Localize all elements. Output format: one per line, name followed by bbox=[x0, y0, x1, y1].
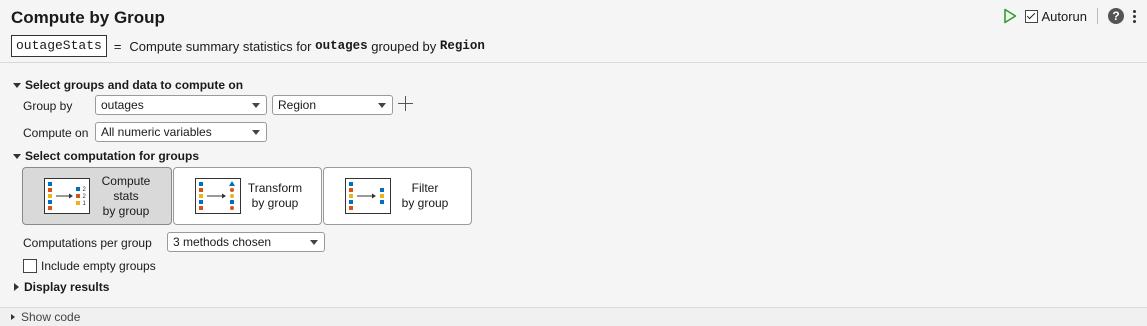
computations-dropdown[interactable]: 3 methods chosen bbox=[167, 232, 325, 252]
section-display-results[interactable]: Display results bbox=[14, 280, 109, 294]
compute-on-dropdown[interactable]: All numeric variables bbox=[95, 122, 267, 142]
task-summary: outageStats = Compute summary statistics… bbox=[11, 35, 485, 57]
add-group-icon[interactable] bbox=[398, 96, 413, 111]
show-code-toggle[interactable]: Show code bbox=[0, 307, 1147, 326]
compute-on-label: Compute on bbox=[23, 126, 89, 140]
group-variable-value: Region bbox=[278, 98, 317, 112]
section-title: Select computation for groups bbox=[25, 149, 200, 163]
output-variable-field[interactable]: outageStats bbox=[11, 35, 107, 57]
autorun-toggle[interactable]: Autorun bbox=[1025, 9, 1087, 24]
expand-triangle-icon bbox=[13, 82, 21, 88]
group-by-label: Group by bbox=[23, 99, 73, 113]
more-options-icon[interactable] bbox=[1130, 9, 1139, 23]
group-table-dropdown[interactable]: outages bbox=[95, 95, 267, 115]
show-code-label: Show code bbox=[21, 310, 81, 324]
expand-triangle-icon bbox=[13, 153, 21, 159]
task-title: Compute by Group bbox=[11, 8, 165, 27]
autorun-label: Autorun bbox=[1041, 8, 1087, 24]
group-table-value: outages bbox=[101, 98, 144, 112]
transform-icon bbox=[195, 178, 241, 214]
chevron-down-icon bbox=[252, 130, 260, 135]
task-toolbar: Autorun ? bbox=[1001, 7, 1139, 25]
include-empty-groups-option[interactable]: Include empty groups bbox=[23, 259, 156, 273]
collapse-triangle-icon bbox=[11, 314, 15, 320]
transform-label: Transform by group bbox=[247, 181, 303, 210]
compute-stats-tile[interactable]: 2 2 1 Compute stats by group bbox=[22, 167, 172, 225]
compute-stats-icon: 2 2 1 bbox=[44, 178, 90, 214]
chevron-down-icon bbox=[252, 103, 260, 108]
filter-icon bbox=[345, 178, 391, 214]
task-header: Compute by Group outageStats = Compute s… bbox=[0, 0, 1147, 63]
filter-tile[interactable]: Filter by group bbox=[323, 167, 472, 225]
chevron-down-icon bbox=[310, 240, 318, 245]
compute-on-value: All numeric variables bbox=[101, 125, 212, 139]
help-icon[interactable]: ? bbox=[1108, 8, 1124, 24]
filter-label: Filter by group bbox=[401, 181, 449, 210]
run-button[interactable] bbox=[1001, 7, 1019, 25]
summary-middle: grouped by bbox=[371, 38, 437, 54]
compute-stats-label: Compute stats by group bbox=[101, 173, 151, 218]
group-variable-dropdown[interactable]: Region bbox=[272, 95, 393, 115]
summary-prefix: Compute summary statistics for bbox=[129, 38, 312, 54]
summary-group-name: Region bbox=[439, 39, 485, 53]
equals-sign: = bbox=[113, 38, 122, 54]
include-empty-groups-checkbox[interactable] bbox=[23, 259, 37, 273]
summary-data-name: outages bbox=[315, 39, 368, 53]
section-select-groups[interactable]: Select groups and data to compute on bbox=[13, 78, 243, 92]
include-empty-groups-label: Include empty groups bbox=[41, 259, 156, 273]
chevron-down-icon bbox=[378, 103, 386, 108]
computations-per-group-label: Computations per group bbox=[23, 236, 152, 250]
autorun-checkbox[interactable] bbox=[1025, 9, 1039, 23]
computations-value: 3 methods chosen bbox=[173, 235, 272, 249]
section-select-computation[interactable]: Select computation for groups bbox=[13, 149, 199, 163]
transform-tile[interactable]: Transform by group bbox=[173, 167, 322, 225]
play-icon bbox=[1004, 8, 1017, 24]
toolbar-divider bbox=[1097, 8, 1098, 24]
section-title: Display results bbox=[24, 280, 110, 294]
collapse-triangle-icon bbox=[14, 283, 19, 291]
section-title: Select groups and data to compute on bbox=[25, 78, 244, 92]
